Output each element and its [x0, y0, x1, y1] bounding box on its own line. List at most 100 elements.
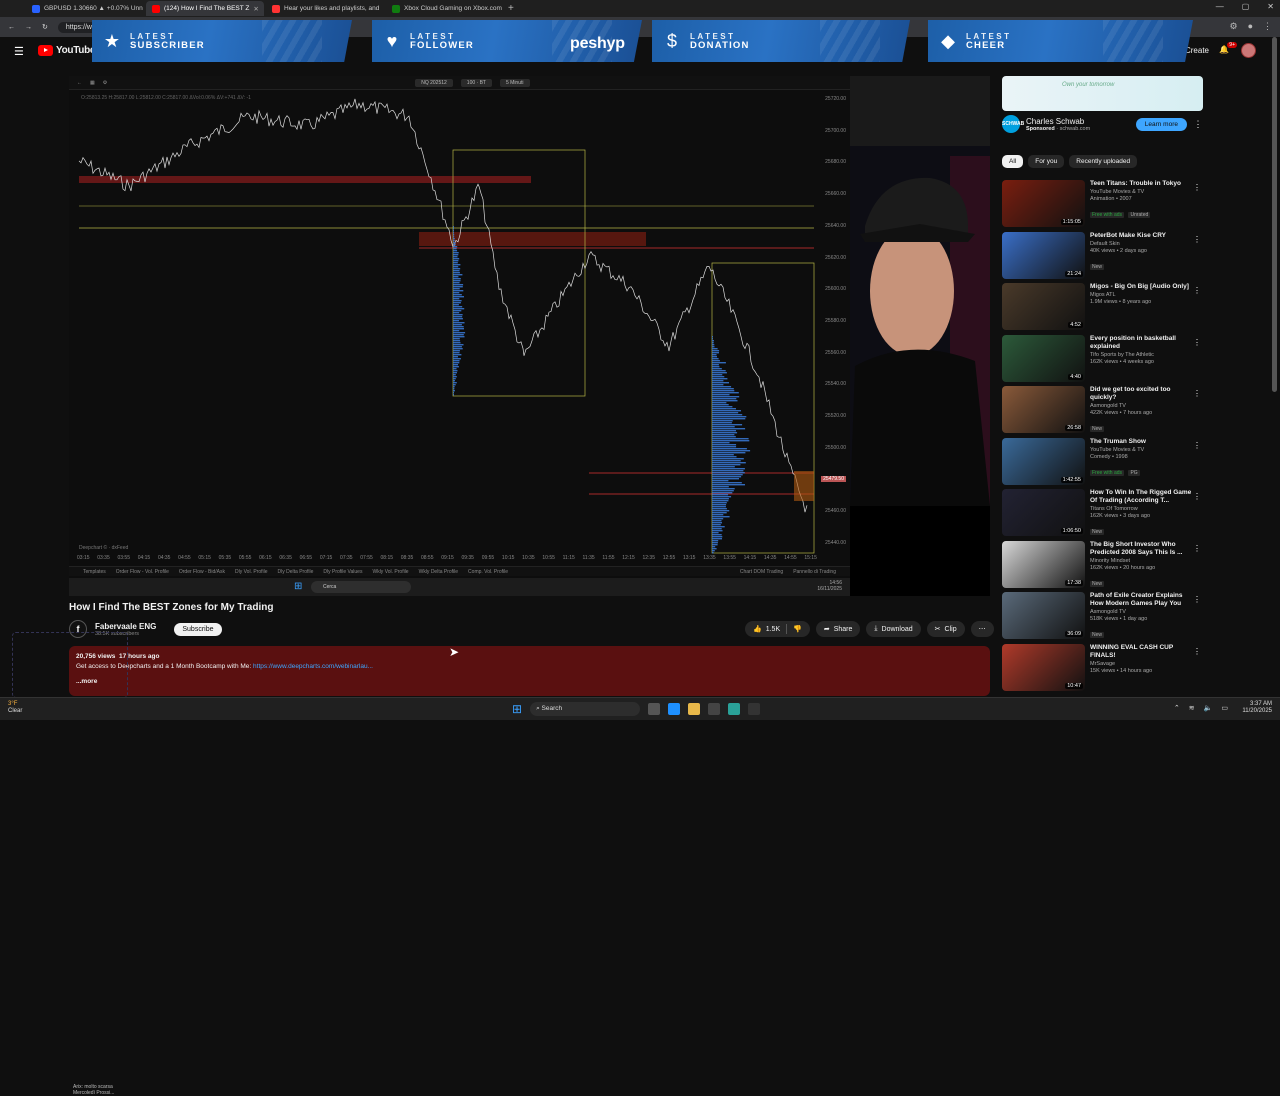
video-thumbnail[interactable]: 17:38	[1002, 540, 1085, 588]
video-thumbnail[interactable]: 21:24	[1002, 231, 1085, 279]
chart-toolbar-item[interactable]: Dly Delta Profile	[278, 569, 314, 575]
more-actions-button[interactable]: ⋯	[970, 621, 994, 637]
share-button[interactable]: ➦ Share	[815, 621, 861, 637]
video-thumbnail[interactable]: 4:52	[1002, 283, 1085, 330]
video-title-link[interactable]: Teen Titans: Trouble in Tokyo	[1090, 180, 1195, 188]
video-menu-icon[interactable]: ⋮	[1193, 595, 1201, 604]
ad-banner-image[interactable]: Own your tomorrow	[1002, 76, 1203, 111]
video-channel[interactable]: YouTube Movies & TV	[1090, 447, 1195, 454]
page-scrollbar[interactable]	[1272, 37, 1277, 392]
video-thumbnail[interactable]: 1:06:50	[1002, 489, 1085, 536]
video-title-link[interactable]: How To Win In The Rigged Game Of Trading…	[1090, 489, 1195, 505]
recommended-video[interactable]: 1:06:50 How To Win In The Rigged Game Of …	[1002, 489, 1207, 541]
clip-button[interactable]: ✂ Clip	[926, 621, 965, 637]
video-menu-icon[interactable]: ⋮	[1193, 235, 1201, 244]
minimize-icon[interactable]: —	[1216, 2, 1224, 11]
video-thumbnail[interactable]: 26:58	[1002, 386, 1085, 433]
video-channel[interactable]: Asmongold TV	[1090, 403, 1195, 410]
channel-name[interactable]: Fabervaale ENG	[95, 622, 156, 631]
back-icon[interactable]: ←	[8, 24, 15, 31]
chrome-icon[interactable]	[728, 703, 741, 715]
start-icon[interactable]: ⊞	[512, 702, 522, 716]
chart-toolbar-item[interactable]: Comp. Vol. Profile	[468, 569, 508, 575]
video-menu-icon[interactable]: ⋮	[1193, 441, 1201, 450]
download-button[interactable]: ⤓ Download	[866, 621, 921, 637]
video-title-link[interactable]: The Truman Show	[1090, 438, 1195, 446]
volume-icon[interactable]: 🔈	[1204, 704, 1213, 712]
video-menu-icon[interactable]: ⋮	[1193, 492, 1201, 501]
menu-dots-icon[interactable]: ⋮	[1263, 21, 1272, 32]
profile-icon[interactable]: ●	[1248, 21, 1253, 32]
video-thumbnail[interactable]: 1:15:05	[1002, 180, 1085, 227]
video-chart-frame[interactable]: ← ▦ ⚙ NQ 202512 100 · BT 5 Minuti O:2581…	[69, 76, 850, 1096]
filter-chip[interactable]: All	[1002, 155, 1024, 168]
filter-chip[interactable]: Recently uploaded	[1069, 155, 1138, 168]
chart-toolbar-item[interactable]: Wkly Delta Profile	[419, 569, 458, 575]
account-avatar[interactable]	[1241, 43, 1256, 58]
tray-chevron-icon[interactable]: ⌃	[1174, 704, 1180, 712]
like-button[interactable]: 👍 1.5K 👎	[745, 621, 810, 637]
recommended-video[interactable]: 17:38 The Big Short Investor Who Predicte…	[1002, 540, 1207, 593]
video-channel[interactable]: Default Skin	[1090, 241, 1195, 248]
filter-chip[interactable]: For you	[1028, 155, 1065, 168]
video-title-link[interactable]: Path of Exile Creator Explains How Moder…	[1090, 592, 1195, 608]
video-thumbnail[interactable]: 4:40	[1002, 334, 1085, 382]
file-explorer-icon[interactable]	[688, 703, 701, 715]
video-thumbnail[interactable]: 10:47	[1002, 643, 1085, 691]
video-channel[interactable]: YouTube Movies & TV	[1090, 189, 1195, 196]
maximize-icon[interactable]: ▢	[1242, 2, 1250, 11]
taskbar-clock[interactable]: 3:37 AM 11/20/2025	[1242, 701, 1272, 715]
chart-toolbar-item[interactable]: Dly Vol. Profile	[235, 569, 268, 575]
video-title-link[interactable]: Migos - Big On Big [Audio Only]	[1090, 283, 1195, 291]
sidebar-ad[interactable]: Own your tomorrow SCHWAB Charles Schwab …	[1002, 76, 1203, 146]
recommended-video[interactable]: 26:58 Did we get too excited too quickly?…	[1002, 386, 1207, 438]
recommended-video[interactable]: 21:24 PeterBot Make Kise CRY Default Skin 4…	[1002, 231, 1207, 284]
ad-menu-icon[interactable]: ⋮	[1193, 119, 1203, 130]
tab-close-icon[interactable]: ✕	[253, 5, 258, 13]
video-title-link[interactable]: WINNING EVAL CASH CUP FINALS!	[1090, 644, 1195, 660]
edge-icon[interactable]	[668, 703, 681, 715]
forward-icon[interactable]: →	[25, 24, 32, 31]
recommended-video[interactable]: 4:52 Migos - Big On Big [Audio Only] Migos…	[1002, 283, 1207, 335]
video-menu-icon[interactable]: ⋮	[1193, 389, 1201, 398]
chart-toolbar-item[interactable]: Wkly Vol. Profile	[372, 569, 408, 575]
video-title-link[interactable]: The Big Short Investor Who Predicted 200…	[1090, 541, 1195, 557]
video-menu-icon[interactable]: ⋮	[1193, 286, 1201, 295]
video-channel[interactable]: MrSavage	[1090, 661, 1195, 668]
recommended-video[interactable]: 1:42:55 The Truman Show YouTube Movies & T…	[1002, 437, 1207, 490]
recommended-video[interactable]: 4:40 Every position in basketball explain…	[1002, 334, 1207, 387]
battery-icon[interactable]: ▭	[1221, 704, 1228, 712]
video-channel[interactable]: Tifo Sports by The Athletic	[1090, 352, 1195, 359]
chart-toolbar-item[interactable]: Order Flow - Vol. Profile	[116, 569, 169, 575]
chart-toolbar-toggle[interactable]: Chart DOM Trading	[740, 569, 783, 575]
chart-toolbar-item[interactable]: Dly Profile Values	[323, 569, 362, 575]
video-title-link[interactable]: Did we get too excited too quickly?	[1090, 386, 1195, 402]
video-menu-icon[interactable]: ⋮	[1193, 183, 1201, 192]
hamburger-menu-icon[interactable]: ☰	[14, 45, 26, 58]
reload-icon[interactable]: ↻	[42, 23, 48, 31]
recommended-video[interactable]: 1:15:05 Teen Titans: Trouble in Tokyo YouT…	[1002, 180, 1207, 232]
youtube-logo[interactable]: YouTube	[38, 45, 96, 56]
browser-tab[interactable]: Xbox Cloud Gaming on Xbox.com ✕	[386, 1, 504, 16]
notifications-bell-icon[interactable]: 🔔 9+	[1219, 41, 1237, 57]
video-menu-icon[interactable]: ⋮	[1193, 544, 1201, 553]
task-view-icon[interactable]	[648, 703, 661, 715]
browser-tab[interactable]: (124) How I Find The BEST Z ✕	[146, 1, 264, 16]
create-button[interactable]: Create	[1185, 46, 1209, 55]
video-channel[interactable]: Asmongold TV	[1090, 609, 1195, 616]
recommended-video[interactable]: 10:47 WINNING EVAL CASH CUP FINALS! MrSava…	[1002, 643, 1207, 696]
chart-toolbar-toggle[interactable]: Pannello di Trading	[793, 569, 836, 575]
video-channel[interactable]: Titans Of Tomorrow	[1090, 506, 1195, 513]
video-channel[interactable]: Minority Mindset	[1090, 558, 1195, 565]
video-title-link[interactable]: Every position in basketball explained	[1090, 335, 1195, 351]
learn-more-button[interactable]: Learn more	[1135, 117, 1187, 131]
video-menu-icon[interactable]: ⋮	[1193, 647, 1201, 656]
browser-tab[interactable]: GBPUSD 1.30660 ▲ +0.07% Unn✕	[26, 1, 144, 16]
video-thumbnail[interactable]: 36:09	[1002, 592, 1085, 639]
subscribe-button[interactable]: Subscribe	[174, 622, 222, 636]
chart-toolbar-item[interactable]: Templates	[83, 569, 106, 575]
thumbs-down-icon[interactable]: 👎	[793, 625, 802, 633]
close-window-icon[interactable]: ✕	[1267, 2, 1274, 11]
video-channel[interactable]: Migos ATL	[1090, 292, 1195, 299]
video-title-link[interactable]: PeterBot Make Kise CRY	[1090, 232, 1195, 240]
